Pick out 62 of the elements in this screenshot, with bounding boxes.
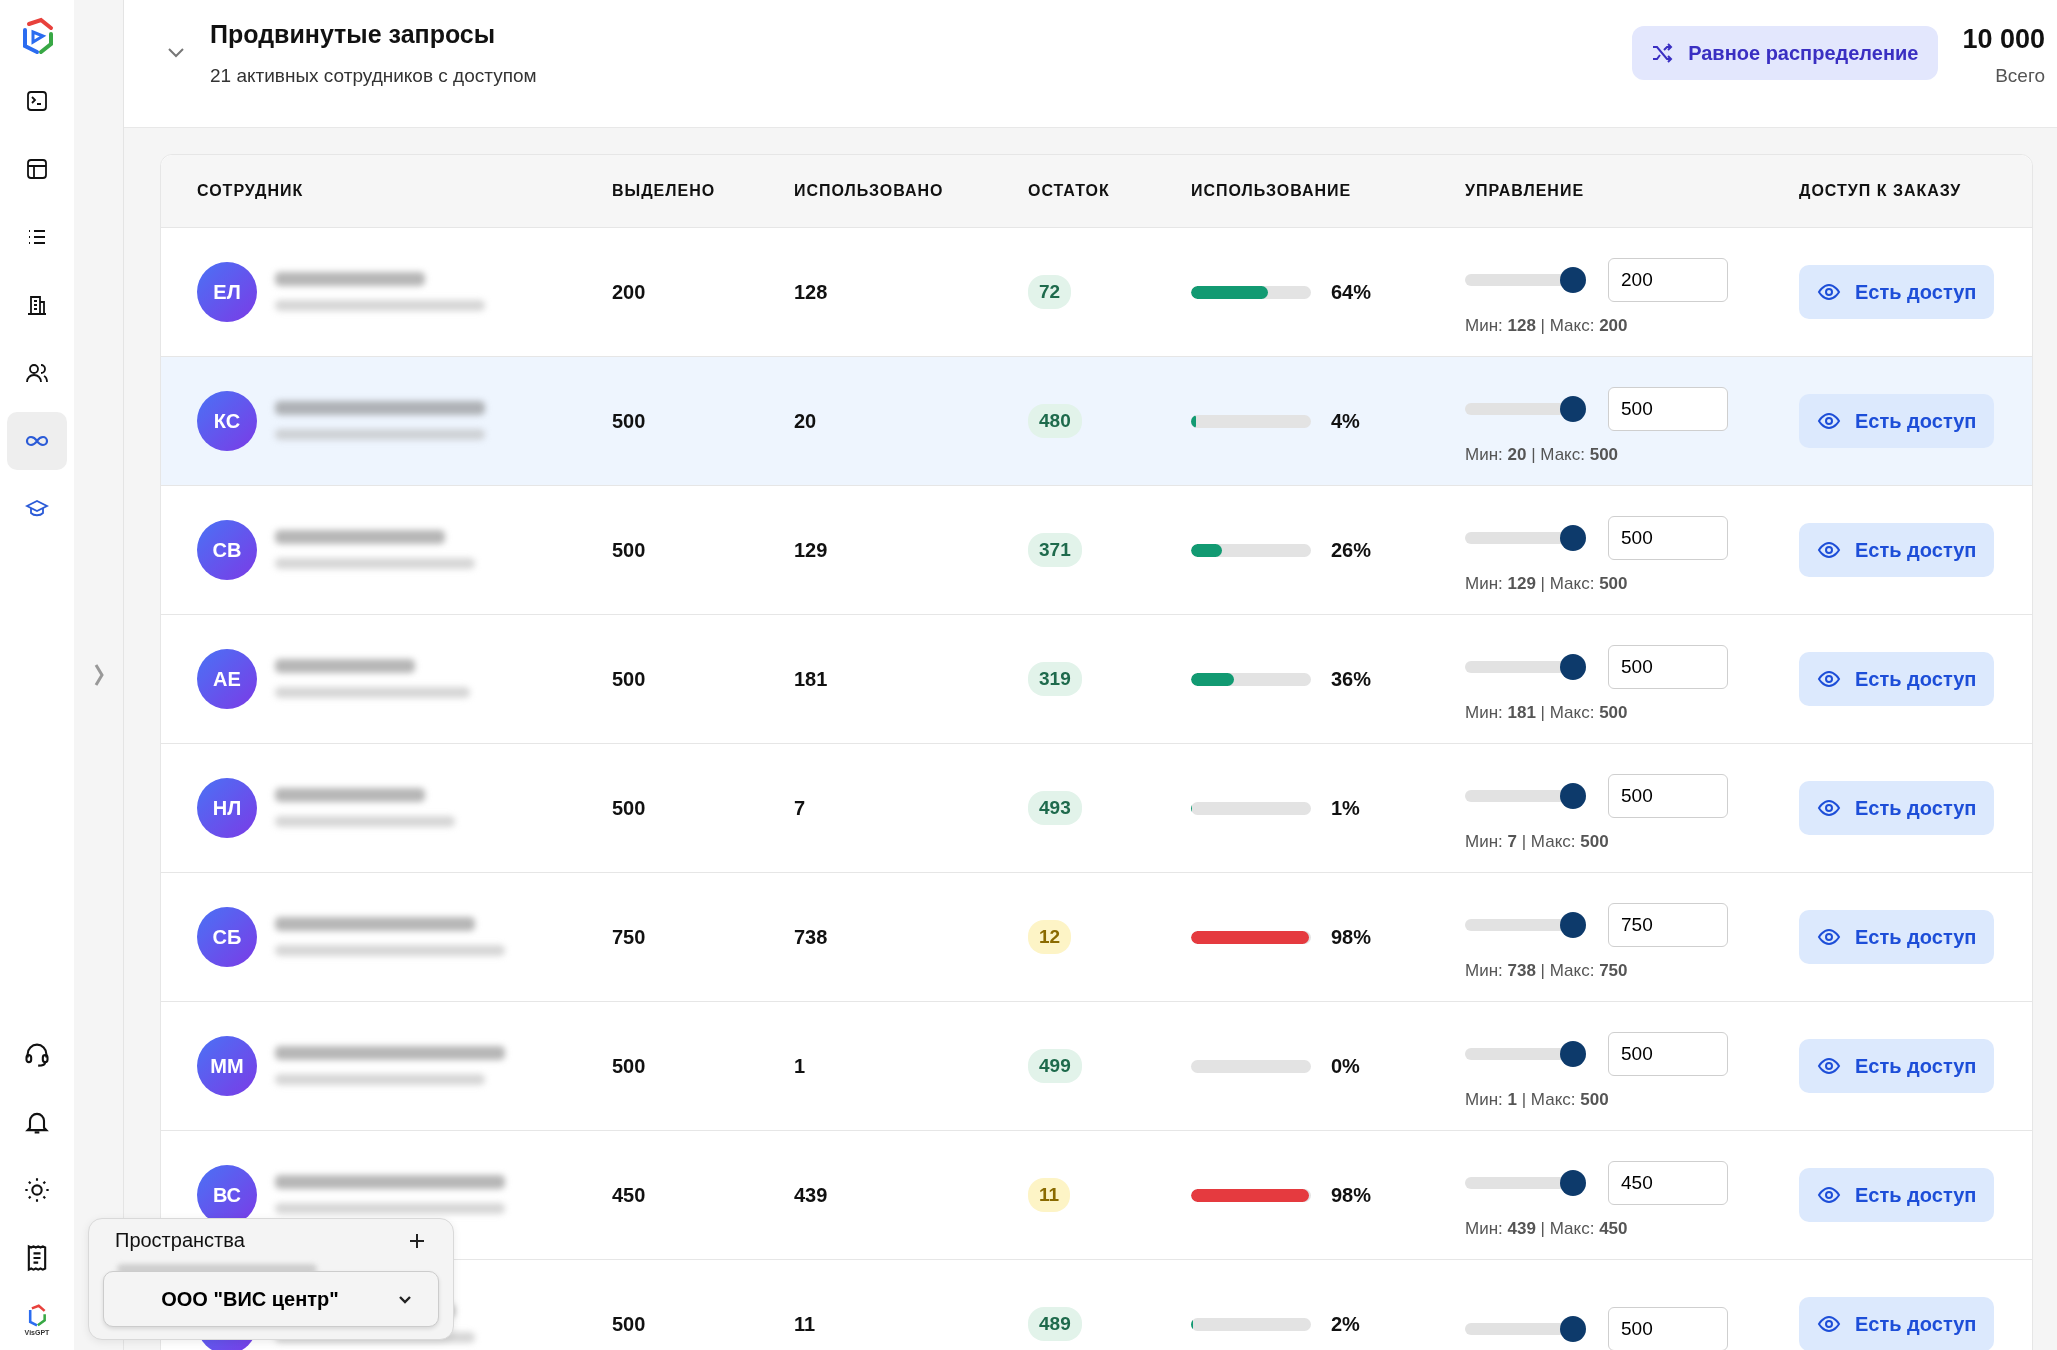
table-cell-text: 129 [794,538,829,562]
min-max-label: Мин: 1 | Макс: 500 [1465,1090,1610,1110]
table-cell-text: 500 [612,409,647,433]
remaining-badge: 489 [1028,1307,1082,1341]
table-cell-text: 20 [794,409,818,433]
min-max-label: Мин: 128 | Макс: 200 [1465,316,1629,336]
avatar: ЕЛ [197,262,257,322]
table-cell-text: 500 [612,538,647,562]
usage-percent: 26% [1331,538,1372,562]
min-max-label: Мин: 181 | Макс: 500 [1465,703,1629,723]
usage-percent: 1% [1331,796,1360,820]
column-header: ИСПОЛЬЗОВАНО [794,182,945,200]
remaining-badge: 371 [1028,533,1082,567]
table-cell-text: 128 [794,280,829,304]
table-cell-text: 7 [794,796,807,820]
table-cell-text: 500 [612,667,647,691]
min-max-label: Мин: 439 | Макс: 450 [1465,1219,1629,1239]
min-max-label: Мин: 7 | Макс: 500 [1465,832,1610,852]
usage-percent: 64% [1331,280,1372,304]
usage-percent: 0% [1331,1054,1360,1078]
table-cell-text: 750 [612,925,647,949]
min-max-label: Мин: 738 | Макс: 750 [1465,961,1629,981]
avatar: ММ [197,1036,257,1096]
remaining-badge: 493 [1028,791,1082,825]
min-max-label: Мин: 129 | Макс: 500 [1465,574,1629,594]
usage-percent: 98% [1331,925,1372,949]
remaining-badge: 72 [1028,275,1072,309]
table-cell-text: 500 [612,1312,647,1336]
remaining-badge: 480 [1028,404,1082,438]
table-cell-text: 450 [612,1183,647,1207]
usage-percent: 98% [1331,1183,1372,1207]
table-cell-text: 738 [794,925,829,949]
table-cell-text: 11 [794,1312,817,1336]
remaining-badge: 12 [1028,920,1072,954]
column-header: СОТРУДНИК [197,182,305,200]
column-header: ВЫДЕЛЕНО [612,182,717,200]
avatar: НЛ [197,778,257,838]
table-cell-text: 439 [794,1183,829,1207]
page-title: Продвинутые запросы [210,20,497,49]
usage-percent: 4% [1331,409,1360,433]
avatar: КС [197,391,257,451]
page-subtitle: 21 активных сотрудников с доступом [210,65,538,87]
column-header: ИСПОЛЬЗОВАНИЕ [1191,182,1353,200]
avatar: СВ [197,520,257,580]
total-value: 10 000 [1962,24,2045,55]
remaining-badge: 11 [1028,1178,1071,1212]
table-cell-text: 500 [612,796,647,820]
column-header: ОСТАТОК [1028,182,1111,200]
avatar: АЕ [197,649,257,709]
table-cell-text: 200 [612,280,647,304]
usage-percent: 36% [1331,667,1372,691]
table-cell-text: 500 [612,1054,647,1078]
column-header: УПРАВЛЕНИЕ [1465,182,1586,200]
usage-percent: 2% [1331,1312,1360,1336]
table-cell-text: 1 [794,1054,807,1078]
remaining-badge: 319 [1028,662,1082,696]
min-max-label: Мин: 20 | Макс: 500 [1465,445,1620,465]
table-cell-text: 181 [794,667,829,691]
column-header: ДОСТУП К ЗАКАЗУ [1799,182,1963,200]
avatar: СБ [197,907,257,967]
remaining-badge: 499 [1028,1049,1082,1083]
total-label: Всего [1995,65,2045,87]
